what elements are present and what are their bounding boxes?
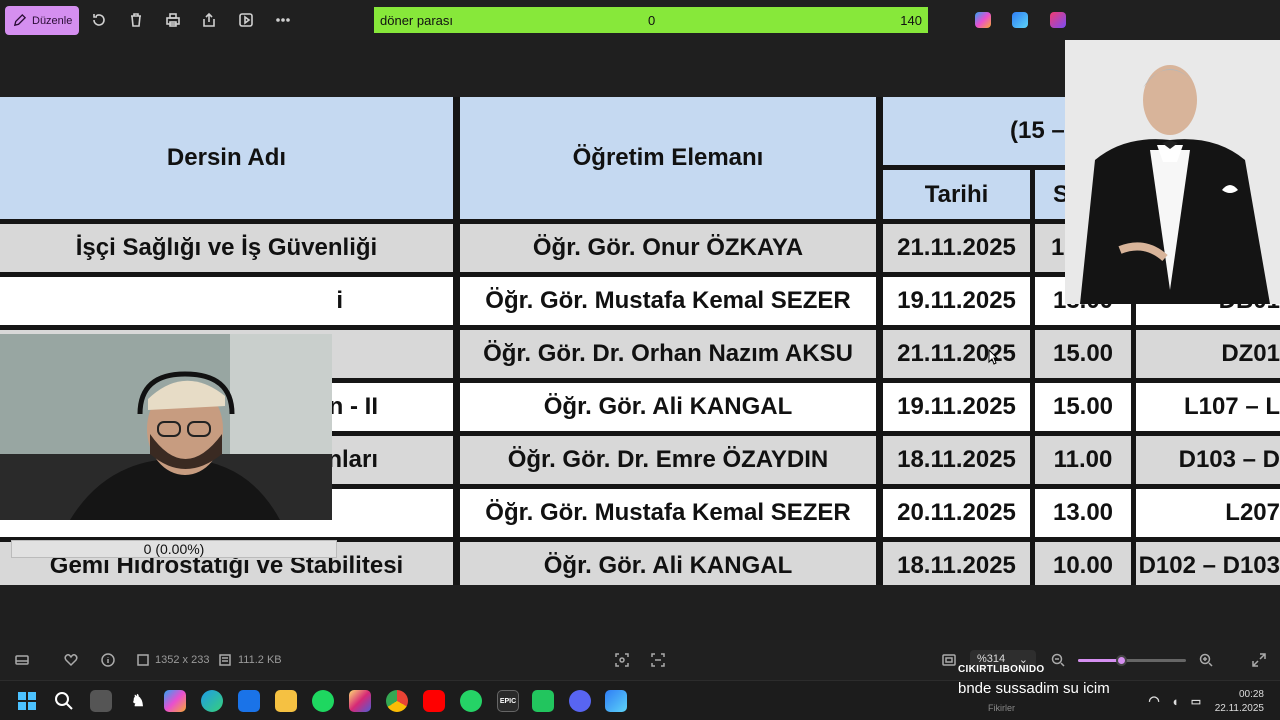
share-icon[interactable] [200, 11, 218, 29]
instagram-icon[interactable] [349, 690, 371, 712]
print-icon[interactable] [164, 11, 182, 29]
search-icon[interactable] [53, 690, 75, 712]
top-toolbar: Düzenle döner parası 0 140 [0, 0, 1280, 40]
cell-date: 18.11.2025 [883, 542, 1030, 585]
actual-size-icon[interactable] [651, 653, 665, 667]
info-icon[interactable] [101, 653, 115, 667]
portrait-image [1065, 40, 1280, 304]
portrait-overlay [1065, 40, 1280, 304]
cell-date: 21.11.2025 [883, 224, 1030, 272]
clock-time: 00:28 [1238, 689, 1264, 700]
image-canvas[interactable]: Dersin Adı Öğretim Elemanı (15 – Tarihi … [0, 40, 1280, 638]
webcam-overlay [0, 334, 332, 520]
designer-icon[interactable] [1012, 12, 1028, 28]
delete-icon[interactable] [127, 11, 145, 29]
filmstrip-icon[interactable] [15, 653, 29, 667]
cell-date: 19.11.2025 [883, 383, 1030, 431]
start-menu-icon[interactable] [16, 690, 38, 712]
mouse-cursor-icon [988, 349, 998, 365]
edge-icon[interactable] [201, 690, 223, 712]
epic-games-icon[interactable]: EPIC [497, 690, 519, 712]
frame-icon[interactable] [942, 653, 956, 667]
file-size-icon [218, 653, 232, 667]
battery-icon[interactable]: ▭ [1187, 690, 1205, 712]
edit-button[interactable]: Düzenle [5, 6, 79, 35]
discord-icon[interactable] [569, 690, 591, 712]
cell-date: 21.11.2025 [883, 330, 1030, 378]
cell-room: DZ01 [1136, 330, 1280, 378]
header-instructor: Öğretim Elemanı [460, 97, 876, 219]
chat-message: bnde sussadim su icim [958, 680, 1110, 697]
zoom-slider[interactable] [1078, 655, 1186, 666]
system-clock[interactable]: 00:28 22.11.2025 [1215, 688, 1264, 716]
cell-course: i [0, 277, 453, 325]
cell-instructor: Öğr. Gör. Ali KANGAL [460, 383, 876, 431]
cell-instructor: Öğr. Gör. Mustafa Kemal SEZER [460, 489, 876, 537]
youtube-icon[interactable] [423, 690, 445, 712]
header-course: Dersin Adı [0, 97, 453, 219]
cell-date: 18.11.2025 [883, 436, 1030, 484]
cell-instructor: Öğr. Gör. Mustafa Kemal SEZER [460, 277, 876, 325]
edit-button-label: Düzenle [32, 14, 73, 27]
fit-to-screen-icon[interactable] [615, 653, 629, 667]
edit-icon [13, 13, 27, 27]
cell-room: D102 – D103 [1136, 542, 1280, 585]
dimensions-icon [136, 653, 150, 667]
cell-date: 19.11.2025 [883, 277, 1030, 325]
goal-title: döner parası [380, 13, 453, 28]
cell-instructor: Öğr. Gör. Dr. Emre ÖZAYDIN [460, 436, 876, 484]
header-date: Tarihi [883, 170, 1030, 219]
photos-app-window: Düzenle döner parası 0 140 Dersin Adı Öğ… [0, 0, 1280, 720]
zoom-in-icon[interactable] [1199, 653, 1213, 667]
wifi-icon[interactable]: ◠ [1145, 690, 1163, 712]
chat-username: CIKIRTLIBONIDO [958, 664, 1045, 675]
photos-icon[interactable] [605, 690, 627, 712]
cell-instructor: Öğr. Gör. Onur ÖZKAYA [460, 224, 876, 272]
more-options-icon[interactable] [274, 11, 292, 29]
cell-room: D103 – D [1136, 436, 1280, 484]
cell-time: 10.00 [1035, 542, 1131, 585]
spotify-icon[interactable] [312, 690, 334, 712]
goal-target-value: 140 [900, 13, 922, 28]
mail-icon[interactable] [238, 690, 260, 712]
chrome-icon[interactable] [386, 690, 408, 712]
cell-date: 20.11.2025 [883, 489, 1030, 537]
webcam-feed [0, 334, 332, 520]
favorite-icon[interactable] [64, 653, 78, 667]
fullscreen-icon[interactable] [1252, 653, 1266, 667]
game-app-icon[interactable] [532, 690, 554, 712]
cell-time: 15.00 [1035, 330, 1131, 378]
goal-current-value: 0 [648, 13, 656, 28]
cell-instructor: Öğr. Gör. Dr. Orhan Nazım AKSU [460, 330, 876, 378]
whatsapp-icon[interactable] [460, 690, 482, 712]
clipchamp-icon[interactable] [1050, 12, 1066, 28]
copilot-taskbar-icon[interactable] [164, 690, 186, 712]
volume-icon[interactable]: ◖ [1166, 690, 1184, 712]
progress-widget: 0 (0.00%) [11, 540, 337, 558]
zoom-slider-thumb[interactable] [1116, 655, 1128, 666]
clock-date: 22.11.2025 [1214, 703, 1264, 714]
file-size: 111.2 KB [238, 654, 282, 666]
slideshow-icon[interactable] [237, 11, 255, 29]
rotate-icon[interactable] [90, 11, 108, 29]
cell-time: 11.00 [1035, 436, 1131, 484]
zoom-slider-fill [1078, 659, 1122, 662]
donation-goal-bar: döner parası 0 140 [374, 7, 928, 33]
cell-room: L207 [1136, 489, 1280, 537]
image-dimensions: 1352 x 233 [155, 654, 210, 666]
stream-chat-overlay: CIKIRTLIBONIDO bnde sussadim su icim [958, 664, 1110, 697]
cell-instructor: Öğr. Gör. Ali KANGAL [460, 542, 876, 585]
cell-room: L107 – L [1136, 383, 1280, 431]
task-view-icon[interactable] [90, 690, 112, 712]
cell-course: İşçi Sağlığı ve İş Güvenliği [0, 224, 453, 272]
notification-subtitle: Fikirler [988, 703, 1015, 713]
webcam-label: su ohonasi [143, 523, 192, 534]
wolf-app-icon[interactable]: ♞ [127, 690, 149, 712]
cell-time: 13.00 [1035, 489, 1131, 537]
cell-time: 15.00 [1035, 383, 1131, 431]
copilot-icon[interactable] [975, 12, 991, 28]
file-explorer-icon[interactable] [275, 690, 297, 712]
